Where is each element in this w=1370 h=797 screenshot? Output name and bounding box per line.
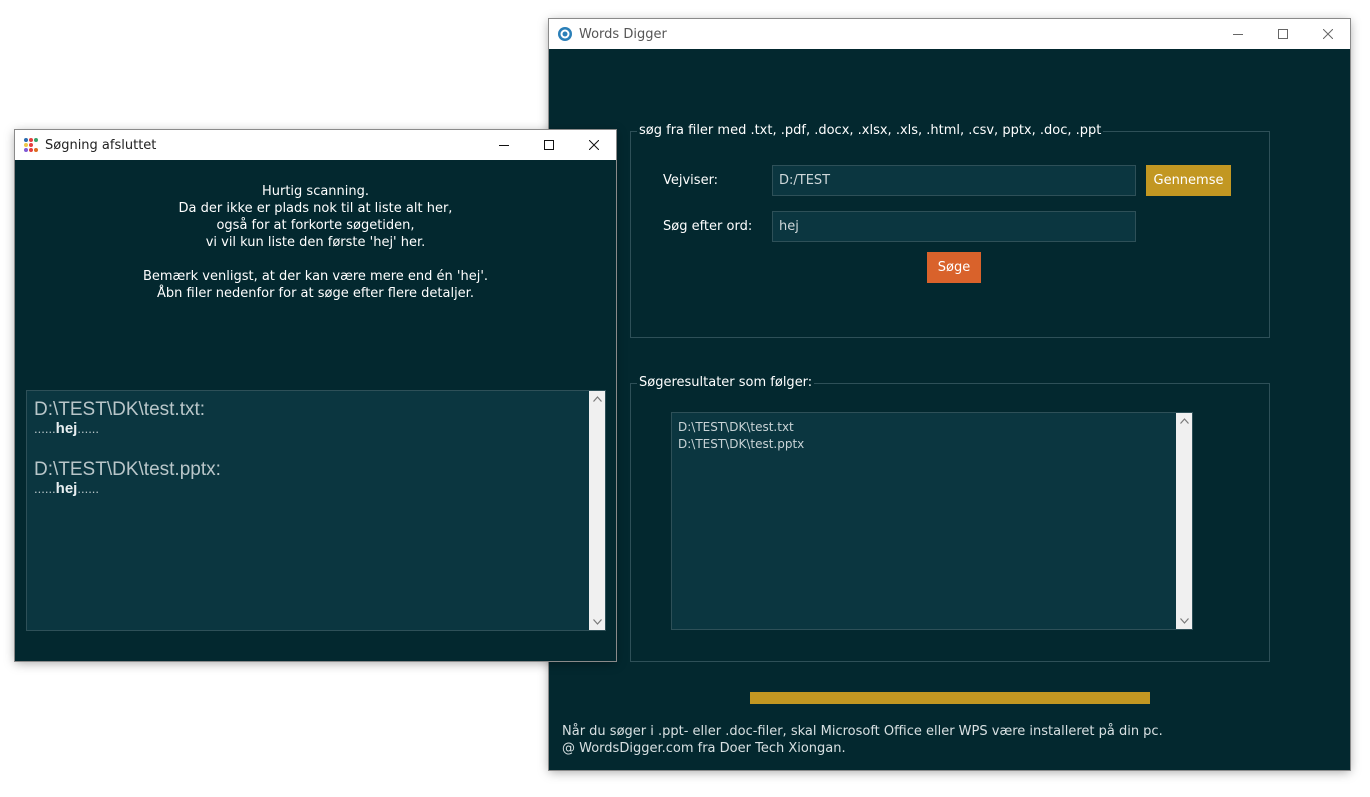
search-button[interactable]: Søge xyxy=(927,252,981,283)
note-line: Bemærk venligst, at der kan være mere en… xyxy=(142,269,489,284)
scroll-down-arrow[interactable] xyxy=(1176,613,1192,629)
results-scrollbar[interactable] xyxy=(1176,413,1192,629)
match-snippet: ......hej...... xyxy=(34,480,100,497)
chevron-down-icon xyxy=(592,619,602,625)
scroll-down-arrow[interactable] xyxy=(589,614,605,630)
app-icon xyxy=(558,27,572,41)
search-finished-window: Søgning afsluttet Hurtig scanning. Da de… xyxy=(15,130,616,661)
list-item[interactable]: D:\TEST\DK\test.txt: ......hej...... xyxy=(34,399,221,437)
match-file-path: D:\TEST\DK\test.txt: xyxy=(34,399,206,420)
directory-label: Vejviser: xyxy=(663,173,719,188)
list-item[interactable]: D:\TEST\DK\test.pptx: ......hej...... xyxy=(34,459,221,497)
maximize-button[interactable] xyxy=(526,130,571,160)
note-line: Åbn filer nedenfor for at søge efter fle… xyxy=(157,286,474,301)
progress-fill xyxy=(750,692,1150,704)
scroll-up-arrow[interactable] xyxy=(589,391,605,407)
close-button[interactable] xyxy=(571,130,616,160)
search-word-input[interactable]: hej xyxy=(772,211,1136,242)
matches-scrollbar[interactable] xyxy=(589,391,605,630)
search-group: søg fra filer med .txt, .pdf, .docx, .xl… xyxy=(630,123,1270,338)
match-file-path: D:\TEST\DK\test.pptx: xyxy=(34,459,221,480)
list-item[interactable]: D:\TEST\DK\test.pptx xyxy=(678,436,804,453)
list-item[interactable]: D:\TEST\DK\test.txt xyxy=(678,419,804,436)
dots-app-icon xyxy=(24,138,38,152)
progress-bar xyxy=(750,692,1150,704)
popup-window-title: Søgning afsluttet xyxy=(45,137,157,153)
chevron-up-icon xyxy=(1179,418,1189,424)
maximize-button[interactable] xyxy=(1260,19,1305,49)
footer-note: Når du søger i .ppt- eller .doc-filer, s… xyxy=(562,724,1163,739)
main-titlebar[interactable]: Words Digger xyxy=(549,19,1350,49)
message-line: også for at forkorte søgetiden, xyxy=(216,218,415,233)
close-icon xyxy=(588,140,599,150)
chevron-up-icon xyxy=(592,396,602,402)
scroll-up-arrow[interactable] xyxy=(1176,413,1192,429)
close-icon xyxy=(1322,29,1333,39)
maximize-icon xyxy=(1277,29,1288,39)
message-line: Da der ikke er plads nok til at liste al… xyxy=(178,201,453,216)
main-window-title: Words Digger xyxy=(579,26,667,42)
results-list[interactable]: D:\TEST\DK\test.txt D:\TEST\DK\test.pptx xyxy=(671,412,1193,630)
search-word-label: Søg efter ord: xyxy=(663,219,753,234)
search-group-legend: søg fra filer med .txt, .pdf, .docx, .xl… xyxy=(637,123,1104,139)
chevron-down-icon xyxy=(1179,618,1189,624)
results-group: Søgeresultater som følger: D:\TEST\DK\te… xyxy=(630,375,1270,662)
message-line: Hurtig scanning. xyxy=(261,184,370,199)
message-line: vi vil kun liste den første 'hej' her. xyxy=(205,235,426,250)
words-digger-window: Words Digger søg fra filer med .txt, .pd… xyxy=(549,19,1350,770)
minimize-button[interactable] xyxy=(1215,19,1260,49)
minimize-button[interactable] xyxy=(481,130,526,160)
browse-button[interactable]: Gennemse xyxy=(1146,165,1231,196)
footer-credit: @ WordsDigger.com fra Doer Tech Xiongan. xyxy=(562,741,846,756)
minimize-icon xyxy=(498,145,509,146)
close-button[interactable] xyxy=(1305,19,1350,49)
matches-list[interactable]: D:\TEST\DK\test.txt: ......hej...... D:\… xyxy=(26,390,606,631)
directory-input[interactable]: D:/TEST xyxy=(772,165,1136,196)
match-snippet: ......hej...... xyxy=(34,420,100,437)
popup-titlebar[interactable]: Søgning afsluttet xyxy=(15,130,616,160)
results-group-legend: Søgeresultater som følger: xyxy=(637,375,815,391)
maximize-icon xyxy=(543,140,554,150)
scan-message: Hurtig scanning. Da der ikke er plads no… xyxy=(15,183,616,302)
minimize-icon xyxy=(1232,34,1243,35)
